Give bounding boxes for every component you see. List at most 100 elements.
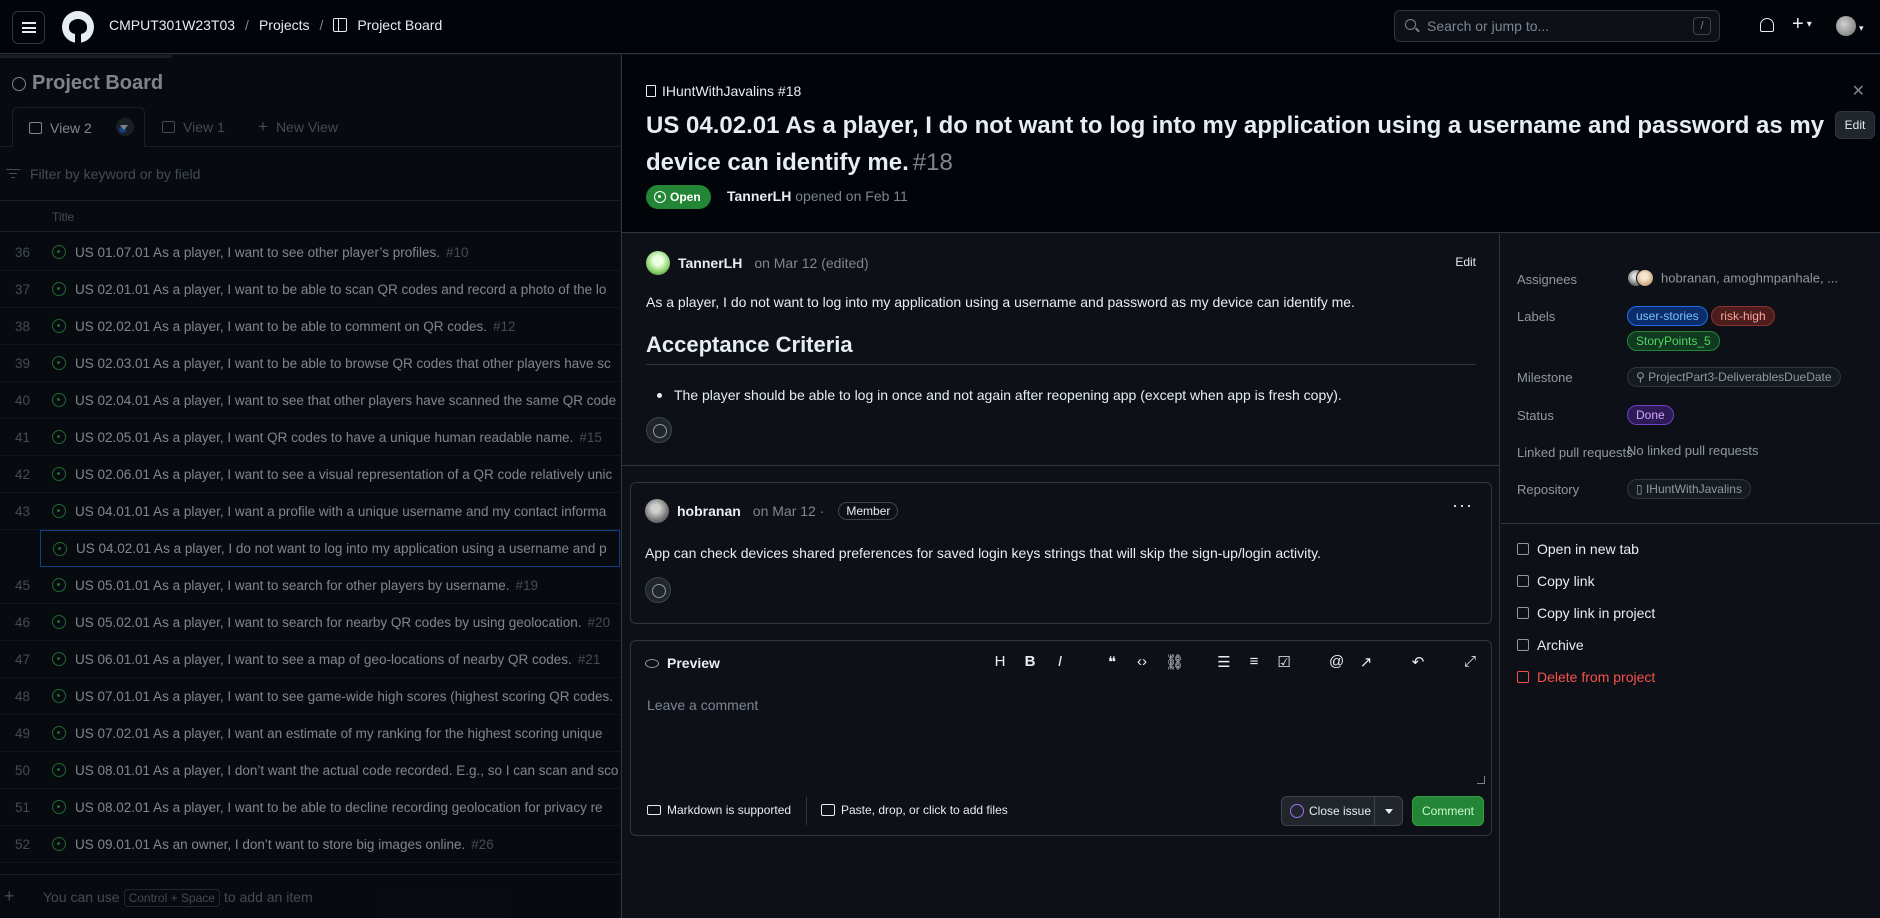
row-title[interactable]: US 05.02.01 As a player, I want to searc… xyxy=(75,615,610,630)
table-row[interactable]: 49 US 07.02.01 As a player, I want an est… xyxy=(0,715,620,752)
edit-title-button[interactable]: Edit xyxy=(1835,111,1875,139)
notifications-bell-icon[interactable] xyxy=(1760,18,1774,32)
copy-link-in-project-button[interactable]: Copy link in project xyxy=(1517,605,1655,621)
issue-repo-reference[interactable]: IHuntWithJavalins #18 xyxy=(646,83,801,99)
row-title[interactable]: US 02.06.01 As a player, I want to see a… xyxy=(75,467,618,482)
tab-view-1[interactable]: View 1 xyxy=(162,107,225,147)
fullscreen-icon[interactable]: ⤢ xyxy=(1463,653,1477,671)
delete-from-project-button[interactable]: Delete from project xyxy=(1517,669,1655,685)
add-item-row[interactable]: + You can use Control + Space to add an it… xyxy=(0,874,620,918)
create-new-button[interactable]: + ▾ xyxy=(1792,13,1812,36)
column-title[interactable]: Title xyxy=(52,210,74,224)
resize-handle-icon[interactable] xyxy=(1477,776,1485,784)
bold-icon[interactable]: B xyxy=(1023,653,1037,671)
table-row[interactable]: 52 US 09.01.01 As an owner, I don’t want … xyxy=(0,826,620,863)
table-row[interactable]: 46 US 05.02.01 As a player, I want to sea… xyxy=(0,604,620,641)
row-title[interactable]: US 02.01.01 As a player, I want to be ab… xyxy=(75,282,612,297)
row-title[interactable]: US 01.07.01 As a player, I want to see o… xyxy=(75,245,469,260)
close-issue-main[interactable]: Close issue xyxy=(1290,804,1371,818)
row-title[interactable]: US 07.02.01 As a player, I want an estim… xyxy=(75,726,609,741)
table-row[interactable]: 48 US 07.01.01 As a player, I want to see… xyxy=(0,678,620,715)
milestone-pill[interactable]: ⚲ ProjectPart3-DeliverablesDueDate xyxy=(1627,367,1841,387)
task-list-icon[interactable]: ☑ xyxy=(1277,653,1291,671)
view-options-button[interactable] xyxy=(116,118,134,136)
status-pill[interactable]: Done xyxy=(1627,405,1674,425)
mention-icon[interactable]: @ xyxy=(1329,653,1344,671)
row-title[interactable]: US 09.01.01 As an owner, I don’t want to… xyxy=(75,837,494,852)
row-title[interactable]: US 02.03.01 As a player, I want to be ab… xyxy=(75,356,617,371)
filter-input[interactable]: Filter by keyword or by field xyxy=(0,159,200,189)
table-row[interactable]: 45 US 05.01.01 As a player, I want to sea… xyxy=(0,567,620,604)
author-name[interactable]: hobranan xyxy=(677,503,741,519)
add-reaction-button[interactable] xyxy=(645,577,671,603)
row-title[interactable]: US 06.01.01 As a player, I want to see a… xyxy=(75,652,600,667)
comment-options-button[interactable]: ··· xyxy=(1452,495,1473,516)
issue-number[interactable]: #20 xyxy=(588,615,611,630)
reply-icon[interactable]: ↶ xyxy=(1411,653,1425,671)
row-title[interactable]: US 08.01.01 As a player, I don’t want th… xyxy=(75,763,620,778)
chevron-down-icon[interactable]: ▾ xyxy=(1859,23,1864,34)
row-title[interactable]: US 02.04.01 As a player, I want to see t… xyxy=(75,393,620,408)
issue-author[interactable]: TannerLH xyxy=(727,188,791,204)
label-storypoints[interactable]: StoryPoints_5 xyxy=(1627,331,1720,351)
table-row[interactable]: 51 US 08.02.01 As a player, I want to be … xyxy=(0,789,620,826)
avatar[interactable] xyxy=(645,499,669,523)
table-row[interactable]: 39 US 02.03.01 As a player, I want to be … xyxy=(0,345,620,382)
avatar[interactable] xyxy=(646,251,670,275)
markdown-link[interactable]: Markdown is supported xyxy=(647,803,791,817)
issue-number[interactable]: #26 xyxy=(471,837,494,852)
repository-pill[interactable]: ▯ IHuntWithJavalins xyxy=(1627,479,1751,499)
row-title[interactable]: US 04.02.01 As a player, I do not want t… xyxy=(76,541,613,556)
repository-value[interactable]: ▯ IHuntWithJavalins xyxy=(1627,479,1751,499)
heading-icon[interactable]: H xyxy=(993,653,1007,671)
copy-link-button[interactable]: Copy link xyxy=(1517,573,1595,589)
author-name[interactable]: TannerLH xyxy=(678,255,742,271)
breadcrumb-projects[interactable]: Projects xyxy=(259,17,310,33)
add-reaction-button[interactable] xyxy=(646,417,672,443)
row-title[interactable]: US 08.02.01 As a player, I want to be ab… xyxy=(75,800,609,815)
menu-button[interactable] xyxy=(12,11,45,44)
breadcrumb-board[interactable]: Project Board xyxy=(357,17,442,33)
open-in-new-tab-button[interactable]: Open in new tab xyxy=(1517,541,1639,557)
preview-tab[interactable]: Preview xyxy=(645,655,720,671)
table-row[interactable]: 50 US 08.01.01 As a player, I don’t want … xyxy=(0,752,620,789)
comment-submit-button[interactable]: Comment xyxy=(1412,796,1484,826)
labels-value[interactable]: user-stories risk-high xyxy=(1627,306,1775,326)
code-icon[interactable]: ‹› xyxy=(1135,653,1149,671)
github-logo-icon[interactable] xyxy=(62,11,94,43)
table-row[interactable]: 44US 04.02.01 As a player, I do not want… xyxy=(40,530,620,567)
issue-number[interactable]: #19 xyxy=(516,578,539,593)
quote-icon[interactable]: ❝ xyxy=(1105,653,1119,671)
bulleted-list-icon[interactable]: ☰ xyxy=(1217,653,1231,671)
table-row[interactable]: 41 US 02.05.01 As a player, I want QR cod… xyxy=(0,419,620,456)
table-row[interactable]: 36 US 01.07.01 As a player, I want to see… xyxy=(0,234,620,271)
issue-number[interactable]: #10 xyxy=(446,245,469,260)
close-issue-button[interactable]: Close issue xyxy=(1281,796,1403,826)
table-row[interactable]: 38 US 02.02.01 As a player, I want to be … xyxy=(0,308,620,345)
table-row[interactable]: 37 US 02.01.01 As a player, I want to be … xyxy=(0,271,620,308)
tab-view-2[interactable]: View 2 xyxy=(12,107,145,147)
row-title[interactable]: US 02.05.01 As a player, I want QR codes… xyxy=(75,430,602,445)
link-icon[interactable]: ⛓ xyxy=(1165,653,1184,671)
linked-prs-value[interactable]: No linked pull requests xyxy=(1627,443,1759,458)
issue-number[interactable]: #15 xyxy=(579,430,602,445)
table-row[interactable]: 47 US 06.01.01 As a player, I want to see… xyxy=(0,641,620,678)
table-row[interactable]: 40 US 02.04.01 As a player, I want to see… xyxy=(0,382,620,419)
label-user-stories[interactable]: user-stories xyxy=(1627,306,1708,326)
row-title[interactable]: US 05.01.01 As a player, I want to searc… xyxy=(75,578,538,593)
new-view-button[interactable]: + New View xyxy=(258,107,338,147)
close-issue-dropdown[interactable] xyxy=(1374,797,1402,825)
row-title[interactable]: US 04.01.01 As a player, I want a profil… xyxy=(75,504,612,519)
label-risk-high[interactable]: risk-high xyxy=(1711,306,1775,326)
row-title[interactable]: US 07.01.01 As a player, I want to see g… xyxy=(75,689,619,704)
status-value[interactable]: Done xyxy=(1627,405,1674,425)
assignees-value[interactable]: hobranan, amoghmpanhale, ... xyxy=(1627,269,1838,289)
search-input[interactable]: Search or jump to... / xyxy=(1394,10,1720,42)
reference-icon[interactable]: ↗ xyxy=(1359,653,1373,671)
edit-comment-button[interactable]: Edit xyxy=(1455,255,1476,269)
breadcrumb-org[interactable]: CMPUT301W23T03 xyxy=(109,17,235,33)
table-row[interactable]: 43 US 04.01.01 As a player, I want a prof… xyxy=(0,493,620,530)
numbered-list-icon[interactable]: ≡ xyxy=(1247,653,1261,671)
user-avatar[interactable] xyxy=(1836,16,1856,36)
comment-meta[interactable]: on Mar 12 (edited) xyxy=(754,255,868,271)
